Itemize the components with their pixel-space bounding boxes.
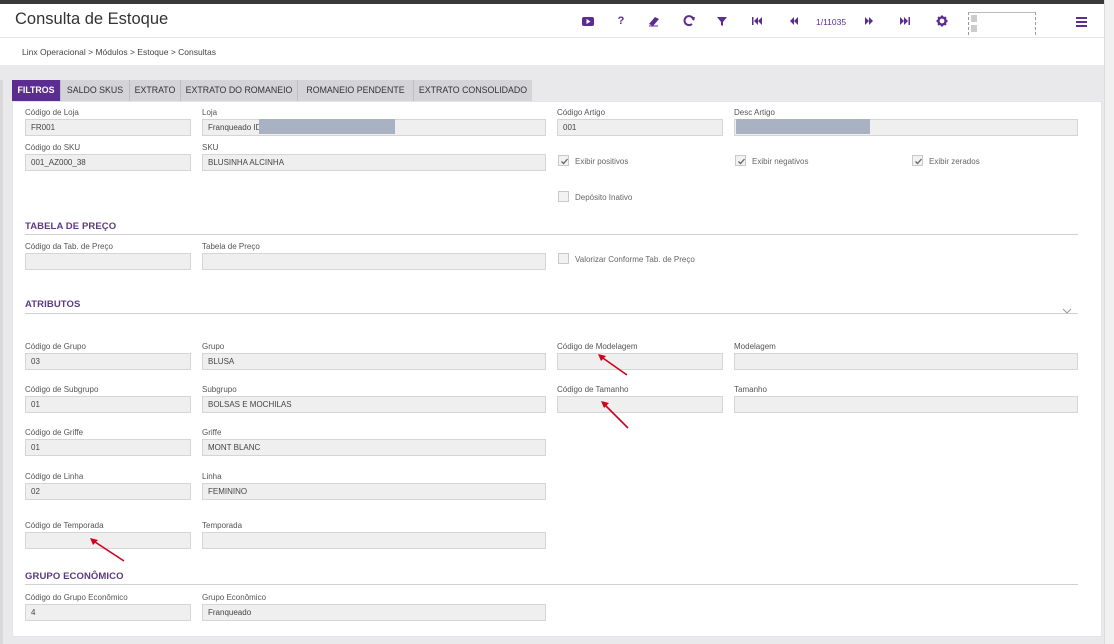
next-page-icon[interactable]	[861, 13, 877, 29]
tab-filtros[interactable]: FILTROS	[12, 80, 61, 101]
codigo-linha-label: Código de Linha	[25, 472, 84, 481]
tamanho-label: Tamanho	[734, 385, 767, 394]
codigo-tamanho-input[interactable]	[557, 396, 723, 413]
annotation-arrow	[598, 354, 628, 376]
header-image-box	[968, 12, 1036, 40]
exibir-positivos-label: Exibir positivos	[575, 157, 629, 166]
page-counter: 1/11035	[816, 17, 847, 27]
codigo-grupo-label: Código de Grupo	[25, 342, 86, 351]
deposito-inativo-checkbox[interactable]	[558, 191, 569, 202]
grupo-input[interactable]: BLUSA	[202, 353, 546, 370]
gear-icon[interactable]	[934, 13, 950, 29]
codigo-temporada-label: Código de Temporada	[25, 521, 104, 530]
griffe-input[interactable]: MONT BLANC	[202, 439, 546, 456]
grupo-economico-label: Grupo Econômico	[202, 593, 267, 602]
codigo-linha-input[interactable]: 02	[25, 483, 191, 500]
codigo-tab-preco-input[interactable]	[25, 253, 191, 270]
exibir-zerados-label: Exibir zerados	[929, 157, 980, 166]
loja-value: Franqueado ID	[208, 123, 262, 132]
menu-icon[interactable]	[1076, 16, 1090, 28]
section-title-atributos: ATRIBUTOS	[25, 299, 81, 310]
refresh-icon[interactable]	[681, 13, 697, 29]
temporada-input[interactable]	[202, 532, 546, 549]
tab-extrato-do-romaneio[interactable]: EXTRATO DO ROMANEIO	[181, 80, 298, 101]
temporada-label: Temporada	[202, 521, 243, 530]
header-image-placeholder	[971, 25, 977, 32]
tab-saldo-skus[interactable]: SALDO SKUS	[61, 80, 130, 101]
codigo-artigo-input[interactable]: 001	[557, 119, 723, 136]
deposito-inativo-label: Depósito Inativo	[575, 193, 633, 202]
linha-input[interactable]: FEMININO	[202, 483, 546, 500]
tab-romaneio-pendente[interactable]: ROMANEIO PENDENTE	[298, 80, 414, 101]
subgrupo-label: Subgrupo	[202, 385, 237, 394]
codigo-grupo-economico-label: Código do Grupo Econômico	[25, 593, 128, 602]
tabela-preco-input[interactable]	[202, 253, 546, 270]
tamanho-input[interactable]	[734, 396, 1078, 413]
desc-artigo-label: Desc Artigo	[734, 108, 775, 117]
tab-extrato[interactable]: EXTRATO	[130, 80, 181, 101]
annotation-arrow	[90, 538, 125, 562]
tab-extrato-consolidado[interactable]: EXTRATO CONSOLIDADO	[414, 80, 532, 101]
codigo-grupo-economico-input[interactable]: 4	[25, 604, 191, 621]
previous-page-icon[interactable]	[786, 13, 802, 29]
left-edge	[0, 80, 3, 644]
subgrupo-input[interactable]: BOLSAS E MOCHILAS	[202, 396, 546, 413]
codigo-griffe-input[interactable]: 01	[25, 439, 191, 456]
grupo-economico-input[interactable]: Franqueado	[202, 604, 546, 621]
grupo-label: Grupo	[202, 342, 225, 351]
app-header: Consulta de Estoque ? 1/11035	[0, 4, 1114, 40]
page-title: Consulta de Estoque	[15, 10, 169, 28]
help-icon[interactable]: ?	[613, 13, 629, 29]
redacted-block	[259, 119, 395, 134]
loja-label: Loja	[202, 108, 218, 117]
section-title-grupo-economico: GRUPO ECONÔMICO	[25, 571, 124, 582]
header-image-placeholder	[971, 15, 977, 22]
linha-label: Linha	[202, 472, 222, 481]
codigo-subgrupo-label: Código de Subgrupo	[25, 385, 99, 394]
codigo-loja-input[interactable]: FR001	[25, 119, 191, 136]
codigo-sku-label: Código do SKU	[25, 143, 81, 152]
section-divider	[25, 234, 1078, 235]
chevron-down-icon[interactable]	[1062, 302, 1072, 314]
first-page-icon[interactable]	[749, 13, 765, 29]
exibir-positivos-checkbox[interactable]	[558, 155, 569, 166]
filter-icon[interactable]	[714, 13, 730, 29]
section-divider	[25, 313, 1078, 314]
codigo-tab-preco-label: Código da Tab. de Preço	[25, 242, 113, 251]
exibir-zerados-checkbox[interactable]	[912, 155, 923, 166]
breadcrumb: Linx Operacional > Módulos > Estoque > C…	[22, 47, 216, 57]
exibir-negativos-label: Exibir negativos	[752, 157, 809, 166]
codigo-subgrupo-input[interactable]: 01	[25, 396, 191, 413]
last-page-icon[interactable]	[897, 13, 913, 29]
codigo-modelagem-label: Código de Modelagem	[557, 342, 638, 351]
griffe-label: Griffe	[202, 428, 222, 437]
tabela-preco-label: Tabela de Preço	[202, 242, 260, 251]
page-scrollbar[interactable]	[1104, 0, 1114, 644]
eraser-icon[interactable]	[646, 13, 662, 29]
valorizar-tab-preco-checkbox[interactable]	[558, 253, 569, 264]
breadcrumb-bar: Linx Operacional > Módulos > Estoque > C…	[0, 37, 1114, 65]
annotation-arrow	[601, 401, 629, 429]
modelagem-input[interactable]	[734, 353, 1078, 370]
modelagem-label: Modelagem	[734, 342, 776, 351]
youtube-icon[interactable]	[580, 13, 596, 29]
section-title-tabela-preco: TABELA DE PREÇO	[25, 221, 117, 232]
sku-label: SKU	[202, 143, 219, 152]
codigo-grupo-input[interactable]: 03	[25, 353, 191, 370]
codigo-griffe-label: Código de Griffe	[25, 428, 84, 437]
codigo-modelagem-input[interactable]	[557, 353, 723, 370]
codigo-sku-input[interactable]: 001_AZ000_38	[25, 154, 191, 171]
exibir-negativos-checkbox[interactable]	[735, 155, 746, 166]
codigo-loja-label: Código de Loja	[25, 108, 79, 117]
valorizar-tab-preco-label: Valorizar Conforme Tab. de Preço	[575, 255, 695, 264]
codigo-artigo-label: Código Artigo	[557, 108, 606, 117]
sku-input[interactable]: BLUSINHA ALCINHA	[202, 154, 546, 171]
section-divider	[25, 584, 1078, 585]
redacted-block	[736, 119, 870, 134]
codigo-tamanho-label: Código de Tamanho	[557, 385, 629, 394]
